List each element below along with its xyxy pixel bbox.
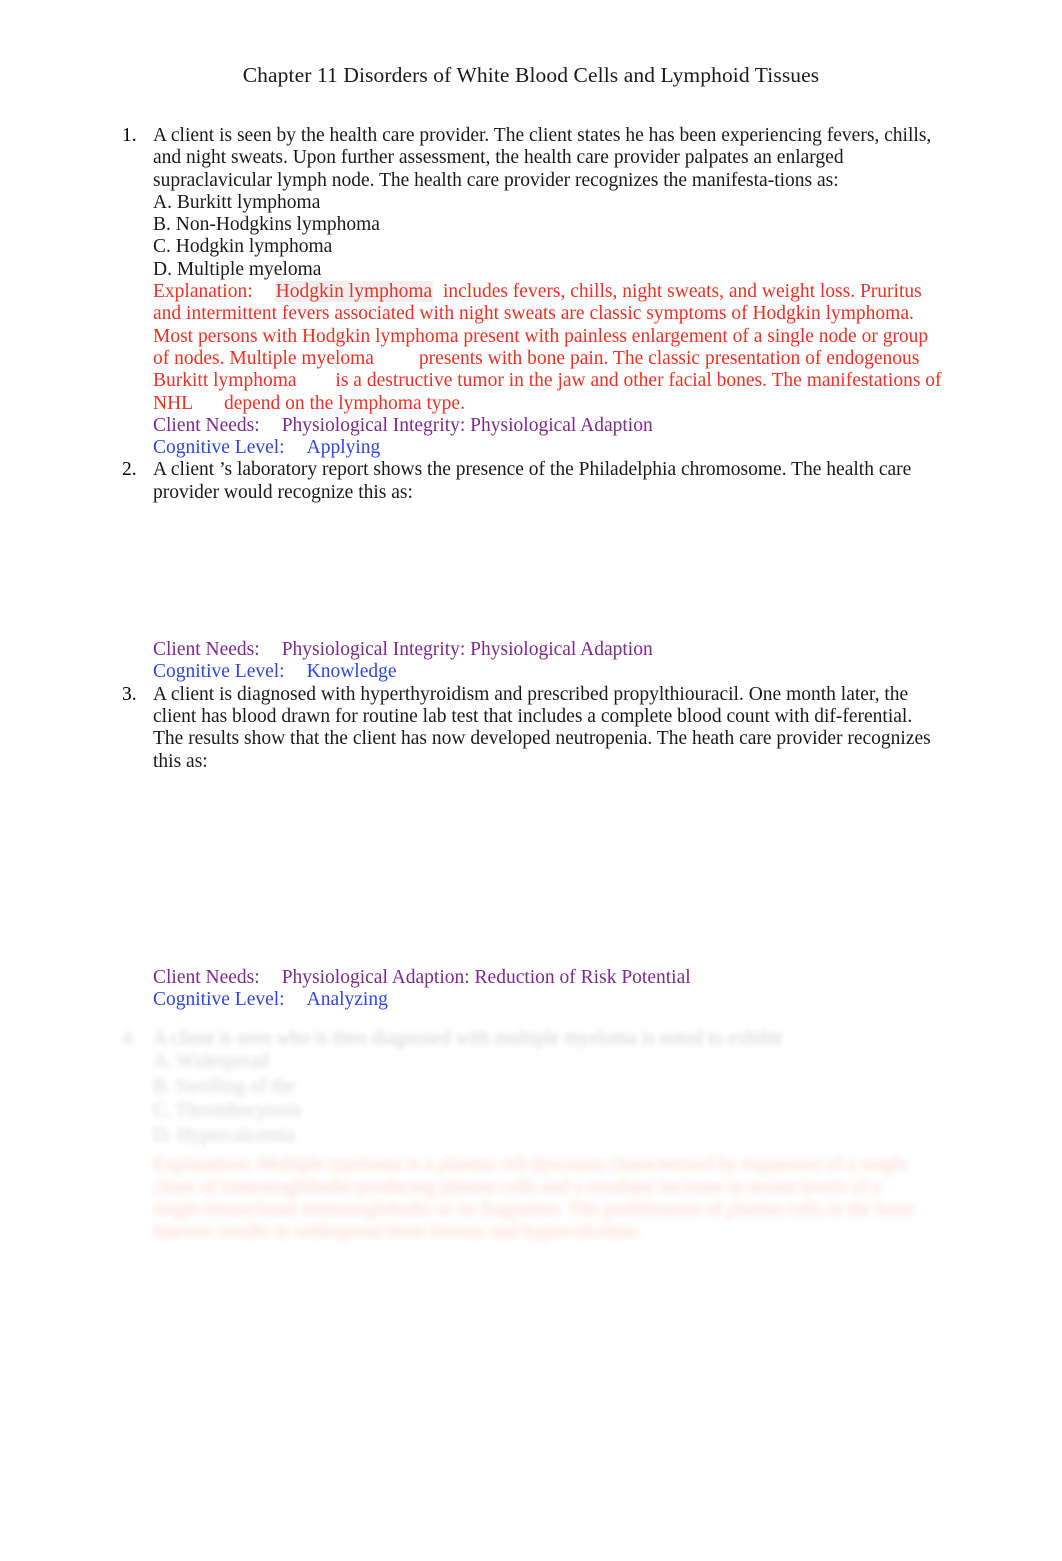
cognitive-level-label: Cognitive Level: bbox=[153, 661, 285, 683]
explanation-label: Explanation: bbox=[153, 281, 253, 303]
question-1-option-b[interactable]: B. Non-Hodgkins lymphoma bbox=[153, 214, 942, 236]
question-1-stem: A client is seen by the health care prov… bbox=[153, 125, 932, 191]
page-title: Chapter 11 Disorders of White Blood Cell… bbox=[242, 63, 820, 87]
explanation-segment-5: depend on the lymphoma type. bbox=[223, 392, 465, 414]
question-1-cognitive-level: Cognitive Level: Applying bbox=[153, 437, 942, 459]
question-2-stem: A client ’s laboratory report shows the … bbox=[153, 459, 912, 503]
cognitive-level-value: Analyzing bbox=[306, 989, 388, 1011]
client-needs-value: Physiological Integrity: Physiological A… bbox=[281, 414, 653, 436]
question-3-stem: A client is diagnosed with hyperthyroidi… bbox=[153, 683, 931, 772]
question-1-option-c[interactable]: C. Hodgkin lymphoma bbox=[153, 236, 942, 258]
question-1-option-d[interactable]: D. Multiple myeloma bbox=[153, 259, 942, 281]
obscured-question-4-stem: A client is seen who is then diagnosed w… bbox=[153, 1028, 783, 1049]
question-2-hidden-options bbox=[153, 504, 942, 639]
question-3-cognitive-level: Cognitive Level: Analyzing bbox=[153, 989, 942, 1011]
question-1: 1. A client is seen by the health care p… bbox=[0, 125, 1062, 459]
client-needs-value: Physiological Adaption: Reduction of Ris… bbox=[281, 966, 691, 988]
question-2-cognitive-level: Cognitive Level: Knowledge bbox=[153, 661, 942, 683]
question-1-client-needs: Client Needs: Physiological Integrity: Ph… bbox=[153, 415, 942, 437]
question-2: 2. A client ’s laboratory report shows t… bbox=[0, 459, 1062, 683]
client-needs-label: Client Needs: bbox=[153, 414, 260, 436]
cognitive-level-label: Cognitive Level: bbox=[153, 437, 285, 459]
question-3-hidden-options bbox=[153, 773, 942, 967]
obscured-question-4-number: 4. bbox=[122, 1028, 137, 1049]
obscured-question-4-options: A. Widespread B. Swelling of the C. Thro… bbox=[0, 1050, 1062, 1148]
cognitive-level-label: Cognitive Level: bbox=[153, 989, 285, 1011]
obscured-option-d: D. Hypercalcemia bbox=[153, 1124, 295, 1146]
explanation-highlight-term: Hodgkin lymphoma bbox=[274, 281, 434, 303]
cognitive-level-value: Knowledge bbox=[306, 661, 397, 683]
obscured-question-4: 4. A client is seen who is then diagnose… bbox=[0, 1028, 1062, 1243]
question-3-client-needs: Client Needs: Physiological Adaption: Red… bbox=[153, 967, 942, 989]
cognitive-level-value: Applying bbox=[306, 437, 381, 459]
question-1-option-a[interactable]: A. Burkitt lymphoma bbox=[153, 192, 942, 214]
obscured-option-c: C. Thrombocytosis bbox=[153, 1100, 303, 1122]
question-1-number: 1. bbox=[122, 125, 137, 146]
client-needs-label: Client Needs: bbox=[153, 966, 260, 988]
client-needs-label: Client Needs: bbox=[153, 639, 260, 661]
obscured-question-4-stem-wrap: 4. A client is seen who is then diagnose… bbox=[0, 1028, 1062, 1050]
question-3-number: 3. bbox=[122, 683, 137, 705]
question-2-number: 2. bbox=[122, 459, 137, 481]
obscured-option-b: B. Swelling of the bbox=[153, 1075, 295, 1097]
client-needs-value: Physiological Integrity: Physiological A… bbox=[281, 639, 653, 661]
obscured-question-4-explanation: Explanation: Multiple myeloma is a plasm… bbox=[153, 1154, 915, 1243]
question-3: 3. A client is diagnosed with hyperthyro… bbox=[0, 684, 1062, 1012]
document-page: Chapter 11 Disorders of White Blood Cell… bbox=[0, 0, 1062, 1561]
question-1-explanation: Explanation: Hodgkin lymphoma includes fe… bbox=[153, 281, 942, 415]
obscured-option-a: A. Widespread bbox=[153, 1051, 269, 1073]
question-list: 1. A client is seen by the health care p… bbox=[0, 125, 1062, 1011]
question-2-client-needs: Client Needs: Physiological Integrity: Ph… bbox=[153, 639, 942, 661]
